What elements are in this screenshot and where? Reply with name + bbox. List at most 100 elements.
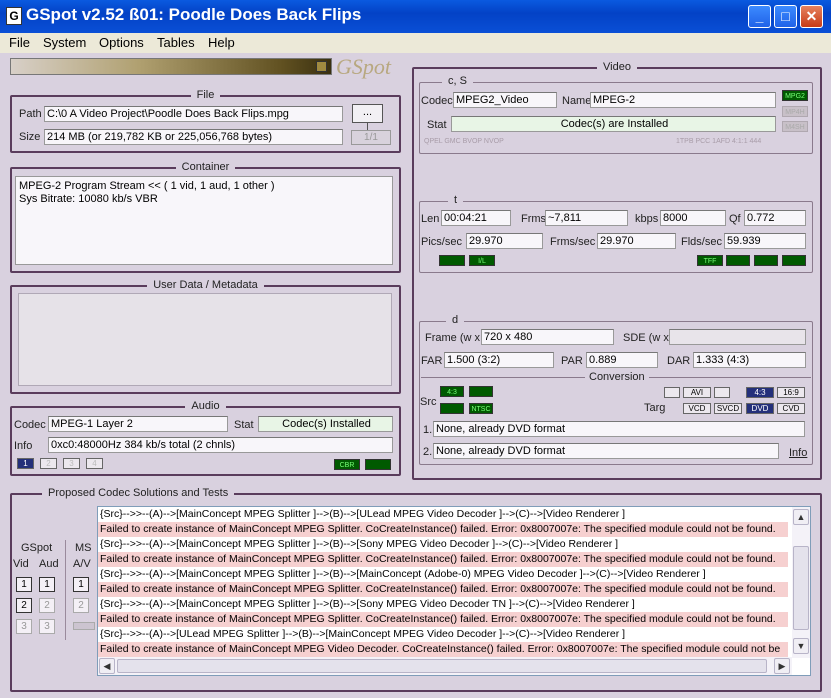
video-flags-right: 1TPB PCC 1AFD 4:1:1 444 <box>676 138 762 145</box>
scroll-left-button[interactable]: ◀ <box>99 658 115 674</box>
log-error-row[interactable]: Failed to create instance of MainConcept… <box>98 612 788 627</box>
video-name-label: Name <box>562 95 592 107</box>
targ-avi-button[interactable]: AVI <box>683 387 711 398</box>
audio-info-label: Info <box>14 440 33 452</box>
video-d-title: d <box>446 314 465 326</box>
log-error-row[interactable]: Failed to create instance of MainConcept… <box>98 642 788 657</box>
log-chain-row[interactable]: {Src}-->>--(A)-->[MainConcept MPEG Split… <box>98 567 788 582</box>
log-error-row[interactable]: Failed to create instance of MainConcept… <box>98 552 788 567</box>
size-label: Size <box>19 131 41 143</box>
video-kbps-label: kbps <box>635 213 659 225</box>
log-chain-row[interactable]: {Src}-->>--(A)-->[MainConcept MPEG Split… <box>98 537 788 552</box>
browse-connector <box>367 122 368 130</box>
scroll-down-button[interactable]: ▼ <box>793 638 809 654</box>
targ-dvd-button[interactable]: DVD <box>746 403 774 414</box>
audio-stream-4-button[interactable]: 4 <box>86 458 103 469</box>
src-43-led: 4:3 <box>440 386 464 397</box>
gspot-vid-3-checkbox[interactable]: 3 <box>16 619 32 634</box>
video-mpg2-led: MPG2 <box>782 90 808 101</box>
scroll-h-thumb[interactable] <box>117 659 767 673</box>
ms-av-1-checkbox[interactable]: 1 <box>73 577 89 592</box>
file-group-title: File <box>190 89 221 101</box>
path-field[interactable]: C:\0 A Video Project\Poodle Does Back Fl… <box>44 106 343 122</box>
info-link[interactable]: Info <box>789 447 807 459</box>
metadata-group-title: User Data / Metadata <box>147 279 264 291</box>
video-prog-led <box>439 255 465 266</box>
app-icon[interactable]: G <box>6 7 22 25</box>
video-stat-label: Stat <box>427 119 447 131</box>
conversion-1-number: 1. <box>423 424 433 436</box>
log-error-row[interactable]: Failed to create instance of MainConcept… <box>98 582 788 597</box>
log-chain-row[interactable]: {Src}-->>--(A)-->[MainConcept MPEG Split… <box>98 507 788 522</box>
ms-av-2-checkbox[interactable]: 2 <box>73 598 89 613</box>
browse-button[interactable]: ... <box>352 104 383 123</box>
video-led-d <box>782 255 806 266</box>
targ-button-blank-2[interactable] <box>714 387 730 398</box>
video-frmssec-label: Frms/sec <box>550 236 596 248</box>
src-ntsc-led: NTSC <box>469 403 493 414</box>
targ-vcd-button[interactable]: VCD <box>683 403 711 414</box>
src-169-led <box>469 386 493 397</box>
minimize-button[interactable]: _ <box>748 5 771 28</box>
video-len-label: Len <box>421 213 440 225</box>
menu-options[interactable]: Options <box>99 35 144 50</box>
ms-column-label: MS <box>75 542 92 554</box>
audio-stat-field: Codec(s) Installed <box>258 416 393 432</box>
file-counter[interactable]: 1/1 <box>351 130 391 145</box>
menu-tables[interactable]: Tables <box>157 35 195 50</box>
video-frame-label: Frame (w x <box>425 332 480 344</box>
video-frms-label: Frms <box>521 213 547 225</box>
container-line-1: MPEG-2 Program Stream << ( 1 vid, 1 aud,… <box>19 180 275 192</box>
av-column-label: A/V <box>73 558 91 570</box>
audio-stream-2-button[interactable]: 2 <box>40 458 57 469</box>
maximize-button[interactable]: □ <box>774 5 797 28</box>
video-far-field: 1.500 (3:2) <box>444 352 554 368</box>
audio-stream-3-button[interactable]: 3 <box>63 458 80 469</box>
audio-stream-1-button[interactable]: 1 <box>17 458 34 469</box>
audio-cbr-led: CBR <box>334 459 360 470</box>
video-frame-field: 720 x 480 <box>481 329 614 345</box>
proposed-group-title: Proposed Codec Solutions and Tests <box>42 487 235 499</box>
close-button[interactable]: ✕ <box>800 5 823 28</box>
video-codec-field: MPEG2_Video <box>453 92 557 108</box>
video-stat-field: Codec(s) are Installed <box>451 116 776 132</box>
gspot-logo: GSpot <box>336 54 391 79</box>
video-frms-field: ~7,811 <box>545 210 628 226</box>
gspot-vid-2-checkbox[interactable]: 2 <box>16 598 32 613</box>
video-par-field: 0.889 <box>586 352 658 368</box>
targ-svcd-button[interactable]: SVCD <box>714 403 742 414</box>
audio-vbr-led: VBR <box>365 459 391 470</box>
targ-169-button[interactable]: 16:9 <box>777 387 805 398</box>
gspot-aud-3-checkbox[interactable]: 3 <box>39 619 55 634</box>
codec-log-list[interactable]: {Src}-->>--(A)-->[MainConcept MPEG Split… <box>97 506 811 676</box>
targ-43-button[interactable]: 4:3 <box>746 387 774 398</box>
video-dar-field: 1.333 (4:3) <box>693 352 806 368</box>
scroll-up-button[interactable]: ▲ <box>793 509 809 525</box>
targ-button-blank-1[interactable] <box>664 387 680 398</box>
vid-column-label: Vid <box>13 558 29 570</box>
video-pics-field: 29.970 <box>466 233 543 249</box>
targ-cvd-button[interactable]: CVD <box>777 403 805 414</box>
menu-system[interactable]: System <box>43 35 86 50</box>
gspot-aud-1-checkbox[interactable]: 1 <box>39 577 55 592</box>
log-chain-row[interactable]: {Src}-->>--(A)-->[MainConcept MPEG Split… <box>98 597 788 612</box>
conversion-src-label: Src <box>420 396 437 408</box>
video-flds-label: Flds/sec <box>681 236 722 248</box>
video-mp4h-led: MP4H <box>782 106 808 117</box>
gspot-aud-2-checkbox[interactable]: 2 <box>39 598 55 613</box>
scroll-thumb[interactable] <box>793 546 809 630</box>
menu-help[interactable]: Help <box>208 35 235 50</box>
conversion-2-number: 2. <box>423 446 433 458</box>
size-field: 214 MB (or 219,782 KB or 225,056,768 byt… <box>44 129 343 145</box>
gspot-vid-1-checkbox[interactable]: 1 <box>16 577 32 592</box>
scroll-right-button[interactable]: ▶ <box>774 658 790 674</box>
log-error-row[interactable]: Failed to create instance of MainConcept… <box>98 522 788 537</box>
audio-stat-label: Stat <box>234 419 254 431</box>
metadata-box[interactable] <box>18 293 392 386</box>
gspot-column-label: GSpot <box>21 542 53 554</box>
menu-file[interactable]: File <box>9 35 30 50</box>
video-led-b <box>726 255 750 266</box>
proposed-divider <box>65 540 66 640</box>
log-chain-row[interactable]: {Src}-->>--(A)-->[ULead MPEG Splitter ]-… <box>98 627 788 642</box>
container-info-box[interactable]: MPEG-2 Program Stream << ( 1 vid, 1 aud,… <box>15 176 393 265</box>
